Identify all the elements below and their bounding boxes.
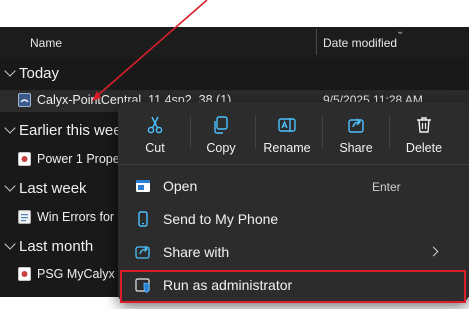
share-with-icon (135, 246, 150, 259)
file-name: PSG MyCalyx T (37, 267, 126, 281)
context-menu-toolbar: Cut Copy Rename Share Delete (118, 102, 469, 164)
group-label: Earlier this wee (19, 122, 122, 139)
group-label: Today (19, 65, 60, 82)
file-name: Power 1 Prope (37, 152, 120, 166)
scissors-icon (147, 116, 163, 134)
menu-item-send-to-phone[interactable]: Send to My Phone (118, 203, 469, 236)
trash-icon (417, 117, 431, 133)
delete-button[interactable]: Delete (391, 112, 457, 158)
installer-file-icon (18, 93, 31, 107)
open-label: Open (163, 178, 198, 194)
name-column-header[interactable]: Name (30, 36, 62, 50)
copy-button[interactable]: Copy (188, 112, 254, 158)
chevron-down-icon[interactable] (4, 122, 16, 134)
chevron-down-icon[interactable] (4, 238, 16, 250)
rename-icon (278, 118, 296, 132)
send-to-phone-label: Send to My Phone (163, 211, 279, 227)
cut-button[interactable]: Cut (122, 112, 188, 158)
chevron-down-icon[interactable] (4, 65, 16, 77)
chevron-down-icon[interactable] (4, 180, 16, 192)
toolbar-separator (389, 116, 390, 148)
share-with-label: Share with (163, 244, 230, 260)
rename-label: Rename (263, 141, 311, 155)
chevron-right-icon (428, 246, 439, 257)
file-name: Win Errors for C (37, 210, 127, 224)
rename-button[interactable]: Rename (254, 112, 320, 158)
sort-chevron-icon: ⌄ (396, 26, 405, 37)
date-modified-column-header[interactable]: Date modified (323, 36, 397, 50)
annotation-highlight-box (120, 270, 466, 303)
menu-item-share-with[interactable]: Share with (118, 236, 469, 269)
text-file-icon (18, 210, 31, 224)
document-file-icon (18, 267, 31, 281)
phone-icon (138, 211, 148, 227)
column-header: Name Date modified ⌄ (0, 26, 469, 58)
column-divider[interactable] (316, 29, 317, 55)
group-label: Last week (19, 180, 87, 197)
open-shortcut: Enter (372, 180, 401, 194)
share-icon (348, 118, 364, 133)
group-today[interactable]: Today (0, 63, 469, 85)
cut-label: Cut (145, 141, 165, 155)
menu-item-open[interactable]: Open Enter (118, 170, 469, 203)
share-label: Share (339, 141, 373, 155)
delete-label: Delete (405, 141, 443, 155)
share-button[interactable]: Share (323, 112, 389, 158)
copy-icon (214, 116, 228, 134)
document-file-icon (18, 152, 31, 166)
open-window-icon (136, 180, 150, 192)
group-label: Last month (19, 238, 94, 255)
menu-divider (118, 164, 469, 165)
copy-label: Copy (206, 141, 236, 155)
